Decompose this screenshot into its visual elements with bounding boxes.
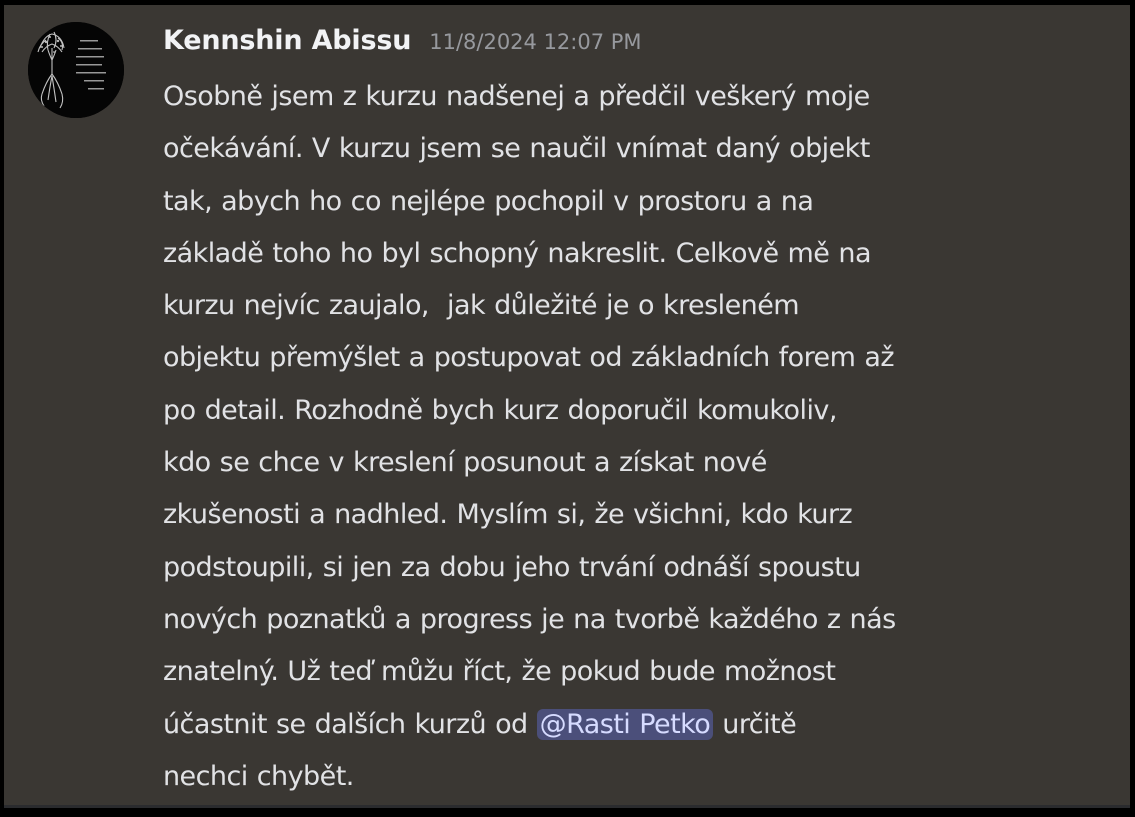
chat-message: Kennshin Abissu 11/8/2024 12:07 PM Osobn… — [4, 5, 1130, 805]
mention-suffix-text: určitě — [713, 708, 797, 740]
message-line: znatelný. Už teď můžu říct, že pokud bud… — [163, 656, 836, 688]
message-line: zkušenosti a nadhled. Myslím si, že všic… — [163, 499, 853, 531]
avatar[interactable] — [28, 22, 124, 118]
mention-prefix-text: účastnit se dalších kurzů od — [163, 708, 537, 740]
user-mention[interactable]: @Rasti Petko — [536, 708, 714, 740]
message-line: kurzu nejvíc zaujalo, jak důležité je o … — [163, 290, 800, 322]
message-line: očekávání. V kurzu jsem se naučil vnímat… — [163, 133, 870, 165]
message-line: nechci chybět. — [163, 760, 354, 792]
message-line: tak, abych ho co nejlépe pochopil v pros… — [163, 185, 814, 217]
tree-roots-avatar-icon — [28, 22, 124, 118]
divider — [4, 805, 1130, 808]
message-line: objektu přemýšlet a postupovat od základ… — [163, 342, 895, 374]
message-line: po detail. Rozhodně bych kurz doporučil … — [163, 394, 837, 426]
message-line-with-mention: účastnit se dalších kurzů od @Rasti Petk… — [163, 699, 1103, 751]
message-header: Kennshin Abissu 11/8/2024 12:07 PM — [163, 25, 642, 65]
author-name[interactable]: Kennshin Abissu — [163, 25, 411, 56]
message-line: nových poznatků a progress je na tvorbě … — [163, 603, 896, 635]
message-timestamp[interactable]: 11/8/2024 12:07 PM — [429, 30, 641, 54]
message-line: Osobně jsem z kurzu nadšenej a předčil v… — [163, 81, 870, 112]
message-line: kdo se chce v kreslení posunout a získat… — [163, 447, 767, 479]
message-line: podstoupili, si jen za dobu jeho trvání … — [163, 551, 861, 583]
message-content: Osobně jsem z kurzu nadšenej a předčil v… — [163, 71, 1103, 803]
message-line: základě toho ho byl schopný nakreslit. C… — [163, 237, 872, 269]
screenshot-frame: Kennshin Abissu 11/8/2024 12:07 PM Osobn… — [0, 0, 1135, 817]
